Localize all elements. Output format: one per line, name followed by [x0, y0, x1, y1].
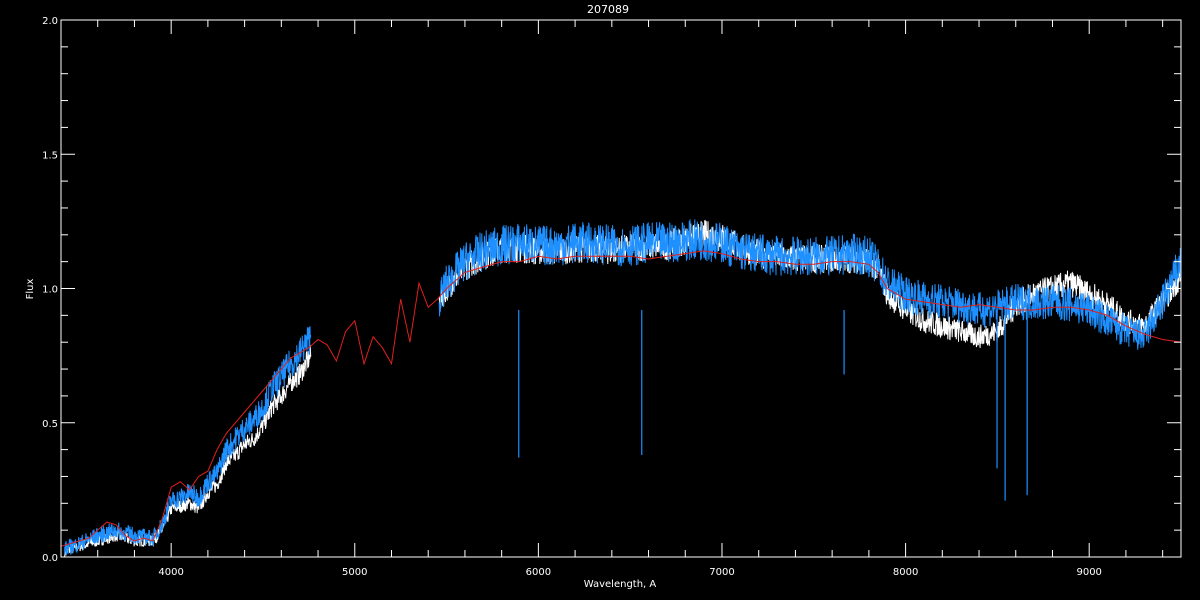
x-tick-label: 7000 — [709, 567, 734, 578]
y-tick-label: 0.0 — [42, 553, 58, 564]
y-tick-label: 1.0 — [42, 285, 58, 296]
x-tick-label: 4000 — [158, 567, 183, 578]
y-tick-label: 1.5 — [42, 150, 58, 161]
y-tick-label: 0.5 — [42, 419, 58, 430]
x-tick-label: 8000 — [893, 567, 918, 578]
x-axis-label: Wavelength, A — [584, 579, 657, 590]
x-tick-label: 5000 — [342, 567, 367, 578]
x-tick-label: 9000 — [1076, 567, 1101, 578]
y-axis-label: Flux — [25, 279, 36, 300]
chart-title: 207089 — [587, 3, 629, 16]
x-tick-label: 6000 — [526, 567, 551, 578]
y-tick-label: 2.0 — [42, 16, 58, 27]
chart-canvas: 207089 0.0 0.5 1.0 1.5 2.0 4000 5000 6000 7000 80… — [0, 0, 1200, 600]
